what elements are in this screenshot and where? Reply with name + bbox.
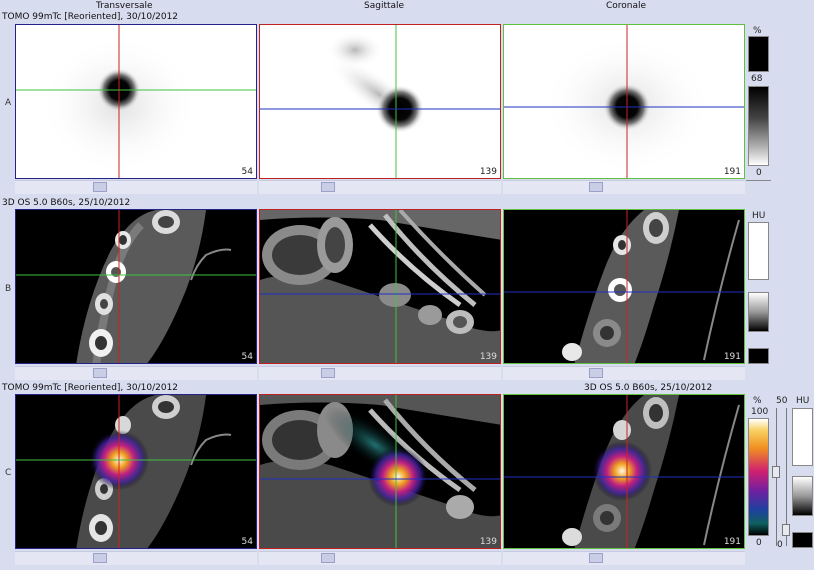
row-b-cor-slice-number: 191 [723, 352, 741, 362]
row-c-level-slider[interactable] [772, 466, 780, 478]
row-a-sag-scrollbar[interactable] [259, 180, 501, 194]
header-sagittale: Sagittale [364, 1, 405, 11]
row-c-trans-slice-number: 54 [241, 537, 253, 547]
row-c-hu-min: 0 [777, 540, 783, 550]
row-b-transversal-image [16, 210, 256, 363]
row-c-cor-scroll-thumb[interactable] [589, 553, 603, 563]
row-c-pct-max: 100 [751, 407, 769, 417]
row-c-sagittal-view[interactable]: 139 [259, 394, 501, 549]
row-a-colorbar-mid: 68 [751, 74, 763, 84]
row-c-sag-slice-number: 139 [479, 537, 497, 547]
row-a-coronal-image [504, 25, 744, 178]
header-coronale: Coronale [606, 1, 647, 11]
row-a-sag-scroll-thumb[interactable] [321, 182, 335, 192]
row-a-colorbar-min: 0 [756, 168, 762, 178]
row-c-opacity-slider[interactable] [782, 524, 790, 536]
row-c-trans-scroll-thumb[interactable] [93, 553, 107, 563]
row-b-sag-slice-number: 139 [479, 352, 497, 362]
row-c-coronal-image [504, 395, 744, 548]
row-b-sagittal-view[interactable]: 139 [259, 209, 501, 364]
row-b-colorbar-gradient[interactable] [748, 292, 769, 332]
row-c-level-value: 50 [776, 396, 788, 406]
row-a-cor-scroll-thumb[interactable] [589, 182, 603, 192]
row-a-cor-slice-number: 191 [723, 167, 741, 177]
row-a-trans-slice-number: 54 [241, 167, 253, 177]
row-a-sagittal-image [260, 25, 500, 178]
row-b-trans-scrollbar[interactable] [15, 366, 257, 380]
row-a-series-title: TOMO 99mTc [Reoriented], 30/10/2012 [2, 12, 179, 22]
row-b-colorbar-top [748, 222, 769, 280]
row-a-label: A [5, 98, 12, 108]
row-b-series-title: 3D OS 5.0 B60s, 25/10/2012 [2, 198, 131, 208]
row-b-label: B [5, 284, 12, 294]
row-c-hu-colorbar-gradient[interactable] [792, 476, 813, 516]
row-b-trans-slice-number: 54 [241, 352, 253, 362]
row-b-sag-scrollbar[interactable] [259, 366, 501, 380]
row-a-sag-slice-number: 139 [479, 167, 497, 177]
row-c-cor-slice-number: 191 [723, 537, 741, 547]
row-b-cor-scroll-thumb[interactable] [589, 368, 603, 378]
row-c-trans-scrollbar[interactable] [15, 551, 257, 565]
row-c-coronal-view[interactable]: 191 [503, 394, 745, 549]
row-c-sag-scrollbar[interactable] [259, 551, 501, 565]
row-b-cor-scrollbar[interactable] [503, 366, 745, 380]
row-a-transversal-image [16, 25, 256, 178]
row-c-label: C [5, 468, 12, 478]
row-b-colorbar-bottom [748, 348, 769, 364]
row-a-colorbar-divider [746, 180, 771, 181]
row-c-transversal-image [16, 395, 256, 548]
row-c-hu-colorbar-bottom [792, 532, 813, 548]
row-c-sag-scroll-thumb[interactable] [321, 553, 335, 563]
row-c-pct-unit: % [753, 396, 762, 406]
row-c-pct-colorbar[interactable] [748, 418, 769, 536]
row-c-hu-unit: HU [796, 396, 810, 406]
row-b-transversal-view[interactable]: 54 [15, 209, 257, 364]
row-c-cor-scrollbar[interactable] [503, 551, 745, 565]
row-c-pct-min: 0 [756, 538, 762, 548]
row-b-sag-scroll-thumb[interactable] [321, 368, 335, 378]
row-a-colorbar-gradient[interactable] [748, 86, 769, 166]
row-a-colorbar-top [748, 36, 769, 72]
row-c-hu-colorbar-top [792, 408, 813, 466]
row-b-colorbar-unit: HU [752, 211, 766, 221]
header-transversale: Transversale [96, 1, 153, 11]
row-a-trans-scroll-thumb[interactable] [93, 182, 107, 192]
row-c-transversal-view[interactable]: 54 [15, 394, 257, 549]
row-a-trans-scrollbar[interactable] [15, 180, 257, 194]
row-b-coronal-view[interactable]: 191 [503, 209, 745, 364]
row-a-transversal-view[interactable]: 54 [15, 24, 257, 179]
row-c-sagittal-image [260, 395, 500, 548]
row-b-sagittal-image [260, 210, 500, 363]
row-c-series-title-left: TOMO 99mTc [Reoriented], 30/10/2012 [2, 383, 179, 393]
row-b-trans-scroll-thumb[interactable] [93, 368, 107, 378]
row-a-cor-scrollbar[interactable] [503, 180, 745, 194]
row-a-sagittal-view[interactable]: 139 [259, 24, 501, 179]
row-b-coronal-image [504, 210, 744, 363]
row-a-colorbar-unit: % [753, 26, 762, 36]
row-c-series-title-right: 3D OS 5.0 B60s, 25/10/2012 [584, 383, 713, 393]
row-a-coronal-view[interactable]: 191 [503, 24, 745, 179]
